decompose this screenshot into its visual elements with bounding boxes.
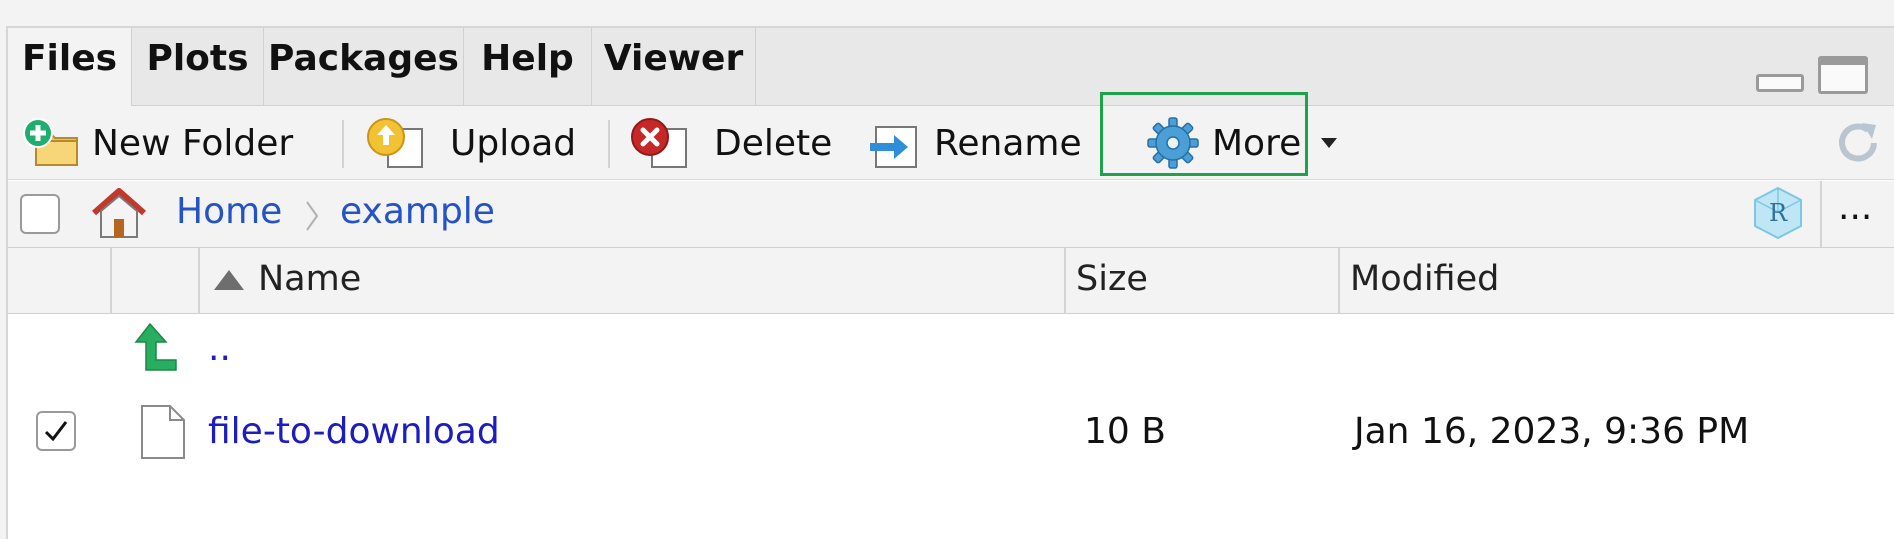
chevron-right-icon (306, 201, 319, 231)
files-pane: Files Plots Packages Help Viewer New Fol… (6, 26, 1894, 539)
rename-button[interactable]: Rename (864, 106, 1082, 180)
column-divider (198, 248, 200, 314)
delete-button[interactable]: Delete (628, 106, 832, 180)
more-button-highlight (1100, 92, 1308, 176)
select-all-checkbox[interactable] (20, 194, 60, 234)
tab-strip: Files Plots Packages Help Viewer (8, 28, 1894, 107)
delete-icon (631, 118, 687, 168)
pathbar-divider (1820, 181, 1822, 247)
file-icon (141, 405, 185, 459)
tab-plots[interactable]: Plots (132, 28, 264, 106)
toolbar-divider (342, 120, 344, 168)
dropdown-caret-icon (1321, 138, 1338, 148)
tab-viewer[interactable]: Viewer (592, 28, 756, 106)
breadcrumb-home[interactable]: Home (176, 191, 282, 232)
file-select-checkbox[interactable] (36, 411, 76, 451)
upload-button[interactable]: Upload (364, 106, 576, 180)
rename-icon (870, 126, 917, 168)
table-row[interactable]: file-to-download 10 B Jan 16, 2023, 9:36… (8, 403, 1894, 473)
file-list-header: Name Size Modified (8, 248, 1894, 314)
svg-text:R: R (1769, 199, 1788, 227)
upload-label: Upload (450, 122, 577, 164)
toolbar-divider (608, 120, 610, 168)
name-column-label: Name (258, 259, 362, 299)
r-project-icon[interactable]: R (1750, 185, 1806, 241)
rename-label: Rename (934, 122, 1082, 164)
breadcrumb: Home example R ... (8, 181, 1894, 248)
home-icon[interactable] (90, 187, 148, 241)
refresh-icon (1839, 123, 1877, 162)
column-divider (110, 248, 112, 314)
upload-icon (367, 118, 423, 168)
delete-label: Delete (714, 122, 833, 164)
new-folder-label: New Folder (92, 122, 294, 164)
size-column-header[interactable]: Size (1076, 259, 1148, 299)
new-folder-icon (23, 118, 78, 166)
tab-packages[interactable]: Packages (264, 28, 464, 106)
file-size: 10 B (1084, 411, 1166, 452)
maximize-pane-button[interactable] (1818, 56, 1868, 94)
name-column-header[interactable]: Name (214, 259, 361, 299)
column-divider (1064, 248, 1066, 314)
tab-files[interactable]: Files (8, 28, 132, 107)
checkmark-icon (44, 421, 68, 442)
breadcrumb-example[interactable]: example (340, 191, 495, 232)
list-item[interactable]: .. (8, 320, 1894, 390)
tab-help[interactable]: Help (464, 28, 592, 106)
new-folder-button[interactable]: New Folder (22, 106, 293, 180)
go-to-directory-button[interactable]: ... (1838, 187, 1872, 228)
file-name-link[interactable]: file-to-download (208, 411, 500, 452)
column-divider (1338, 248, 1340, 314)
minimize-pane-button[interactable] (1756, 74, 1804, 92)
refresh-button[interactable] (1832, 106, 1884, 180)
parent-directory-arrow-icon (134, 322, 177, 371)
parent-directory-link[interactable]: .. (208, 328, 231, 369)
modified-column-header[interactable]: Modified (1350, 259, 1499, 299)
files-toolbar: New Folder Upload Delete Rename More (8, 106, 1894, 180)
sort-ascending-icon (214, 270, 244, 290)
file-modified: Jan 16, 2023, 9:36 PM (1354, 411, 1750, 452)
